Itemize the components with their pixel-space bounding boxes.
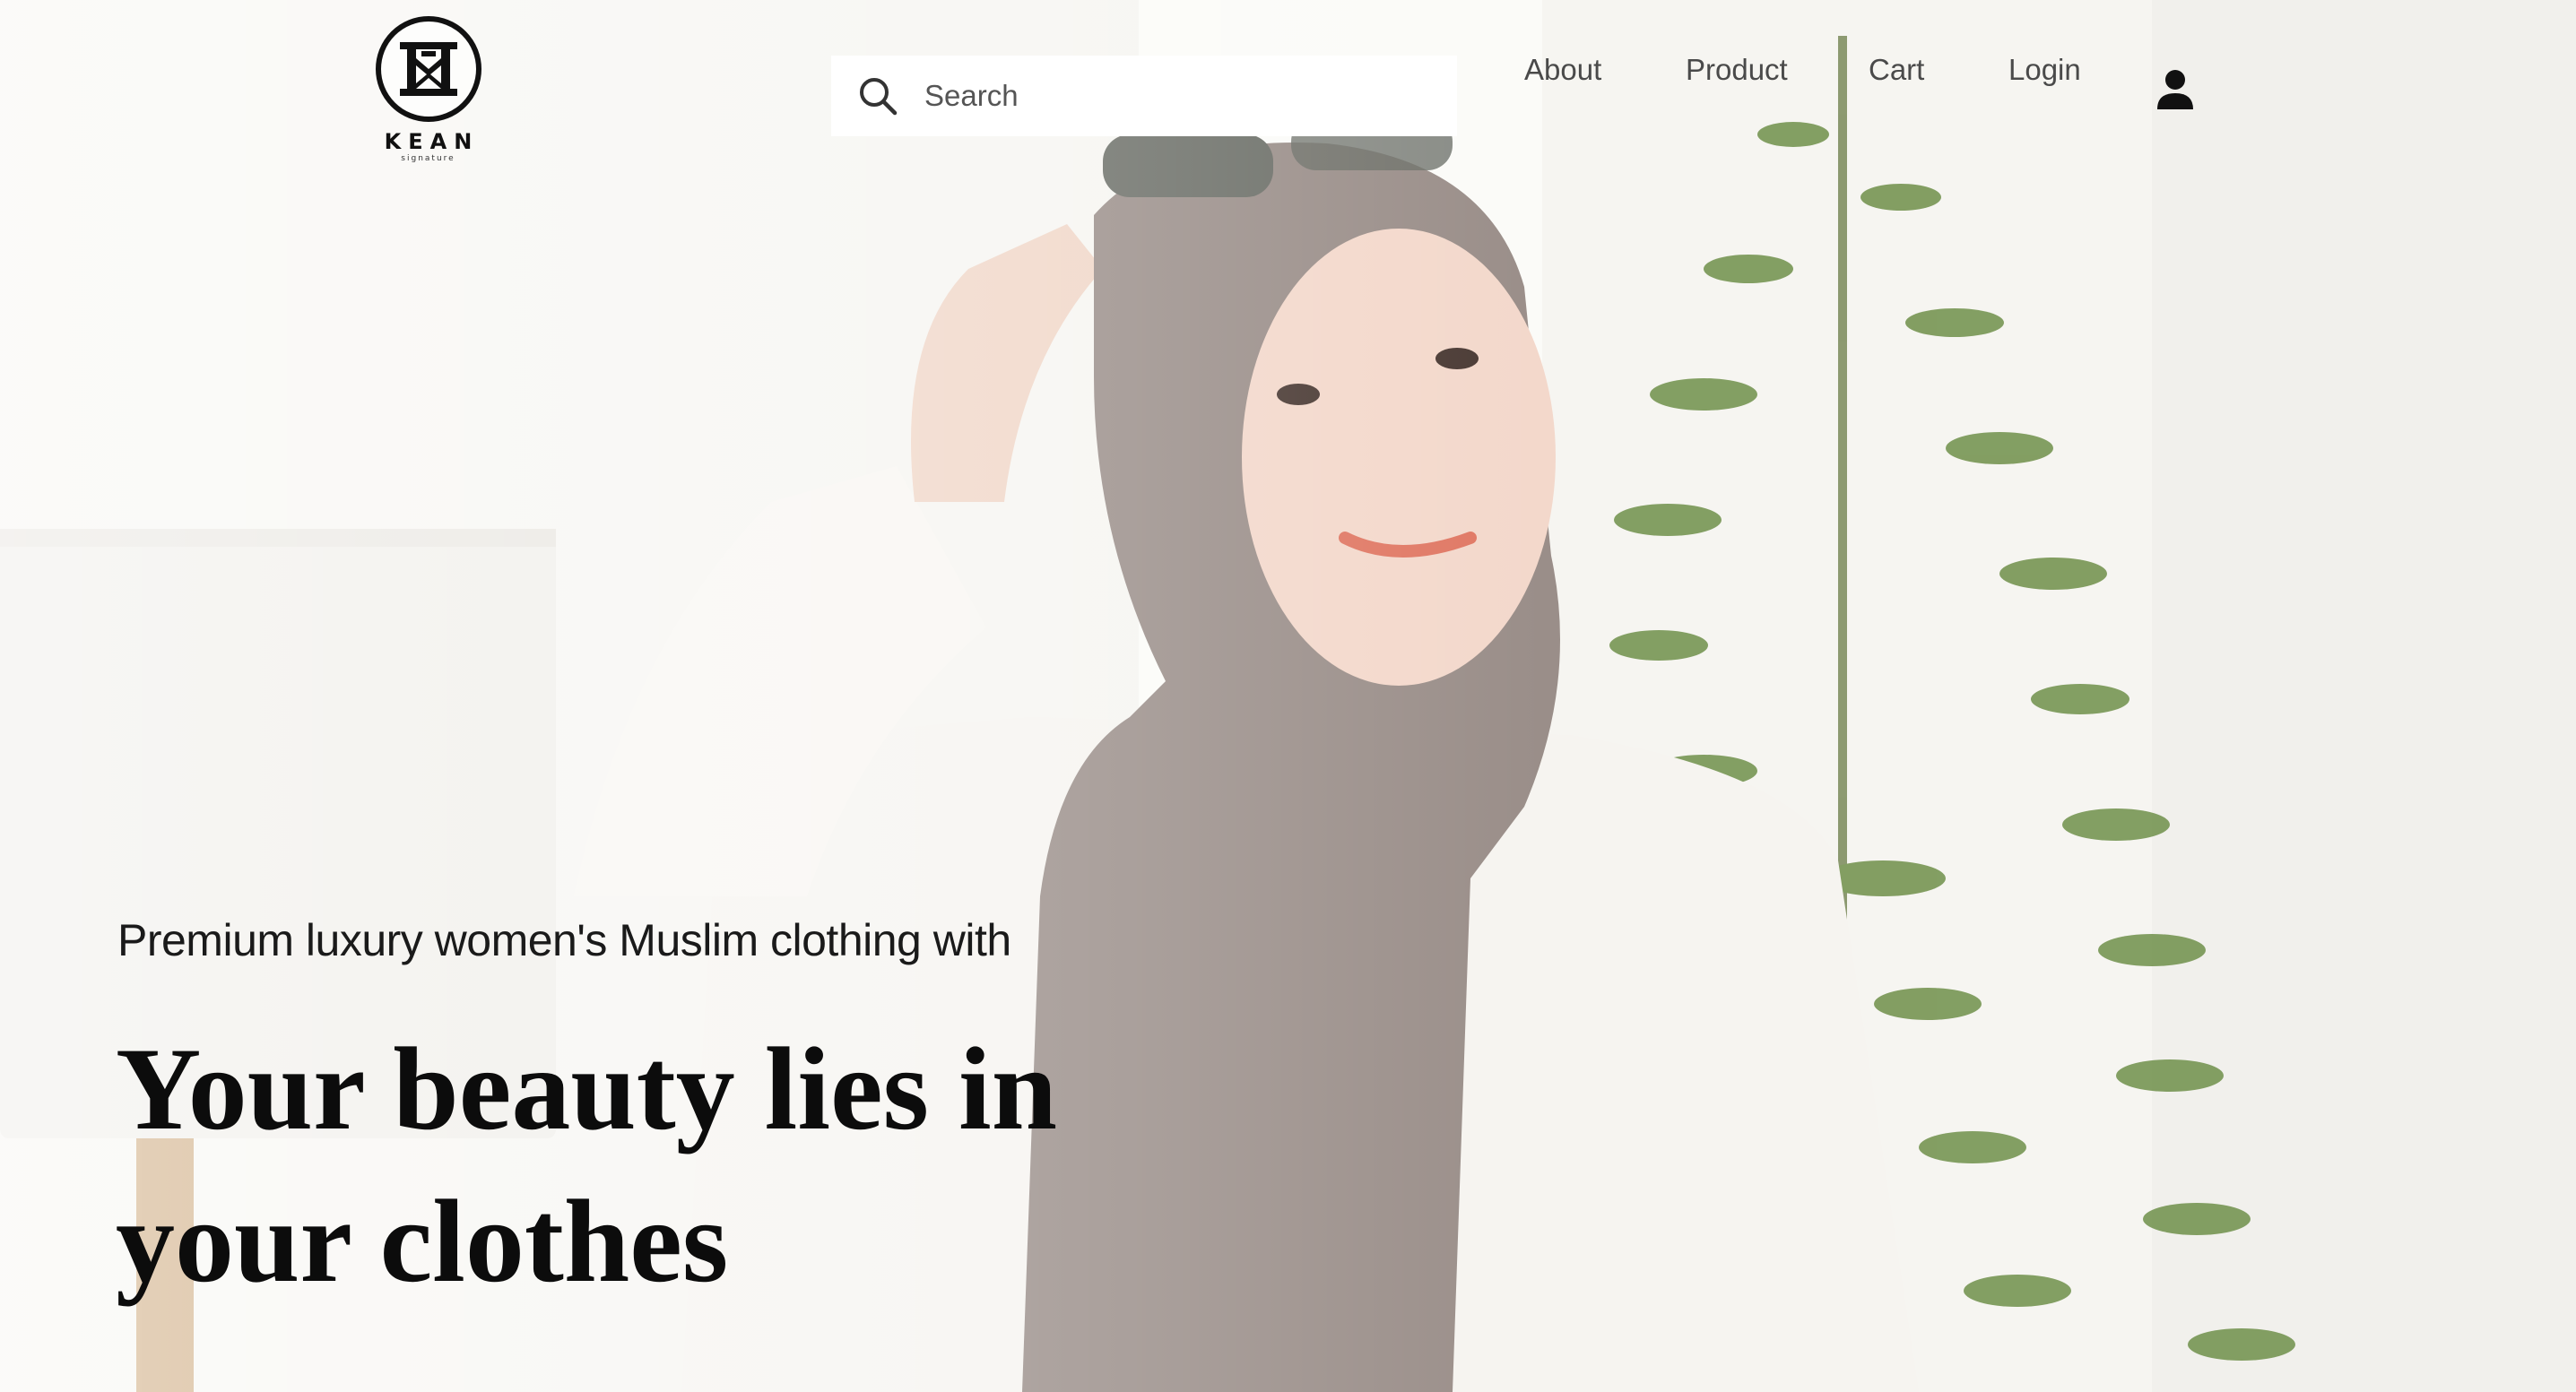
hero-headline: Your beauty lies in your clothes [116, 1013, 1192, 1318]
nav-link-cart[interactable]: Cart [1869, 53, 1924, 87]
search-input[interactable] [923, 78, 1428, 114]
hero-tagline: Premium luxury women's Muslim clothing w… [117, 915, 1011, 965]
logo-emblem-icon [375, 16, 481, 122]
brand-name: KEAN [384, 129, 480, 154]
brand-subtitle: signature [401, 154, 455, 163]
nav-link-login[interactable]: Login [2008, 53, 2081, 87]
search-bar[interactable] [831, 56, 1457, 136]
search-icon[interactable] [858, 76, 898, 116]
user-icon[interactable] [2155, 68, 2195, 111]
hero-headline-line-2: your clothes [116, 1175, 729, 1307]
nav-link-about[interactable]: About [1524, 53, 1601, 87]
nav-link-product[interactable]: Product [1686, 53, 1788, 87]
brand-logo[interactable]: KEAN signature [372, 16, 484, 163]
hero-headline-line-1: Your beauty lies in [116, 1023, 1058, 1154]
